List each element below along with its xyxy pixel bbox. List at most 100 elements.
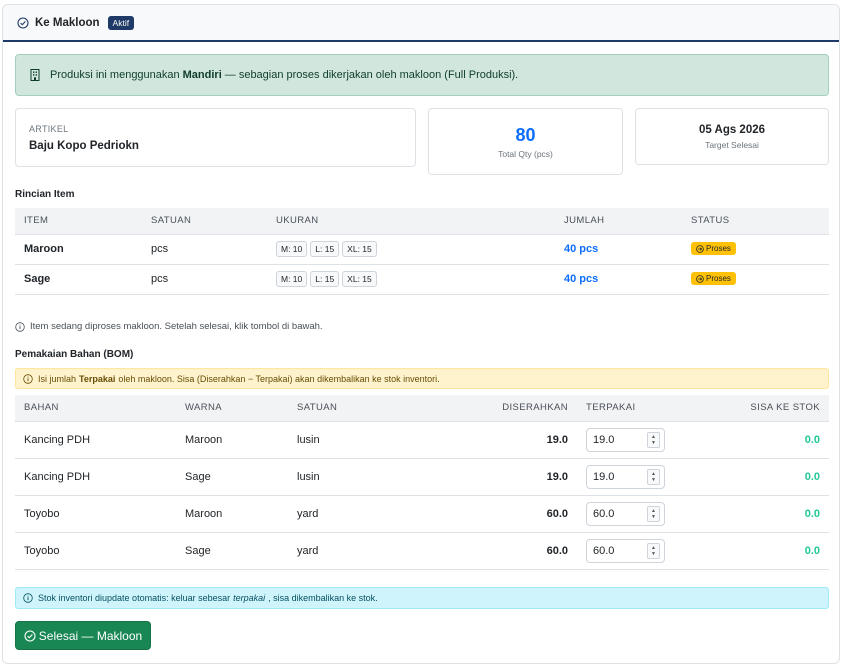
terpakai-cell: 60.0 ▲ ▼ (577, 495, 690, 533)
alert-suffix: — sebagian proses dikerjakan oleh makloo… (224, 69, 519, 81)
arrow-circle-icon (696, 274, 704, 283)
table-row: Toyobo Sage yard 60.0 60.0 ▲ ▼ 0.0 (15, 532, 829, 570)
bahan-warna: Sage (176, 458, 288, 496)
check-circle-icon (17, 16, 29, 29)
terpakai-input[interactable]: 19.0 ▲ ▼ (586, 464, 665, 489)
target-date: 05 Ags 2026 (698, 124, 766, 136)
stock-note-italic: terpakai (233, 593, 266, 603)
table-row: Toyobo Maroon yard 60.0 60.0 ▲ ▼ 0.0 (15, 495, 829, 533)
size-chip: XL: 15 (342, 271, 377, 287)
item-status: Proses (682, 234, 829, 265)
artikel-box: ARTIKEL Baju Kopo Pedriokn (15, 108, 416, 167)
bahan-satuan: lusin (288, 458, 418, 496)
artikel-name: Baju Kopo Pedriokn (29, 140, 139, 152)
terpakai-input[interactable]: 19.0 ▲ ▼ (586, 427, 665, 452)
table-row: Kancing PDH Maroon lusin 19.0 19.0 ▲ ▼ 0.… (15, 421, 829, 459)
terpakai-input[interactable]: 60.0 ▲ ▼ (586, 538, 665, 563)
production-method: Mandiri (182, 69, 222, 81)
items-table: ITEM SATUAN UKURAN JUMLAH STATUS Maroon … (15, 208, 829, 295)
bahan-satuan: yard (288, 532, 418, 570)
total-qty-box: 80 Total Qty (pcs) (428, 108, 623, 175)
item-jumlah: 40 pcs (555, 234, 682, 265)
item-name: Maroon (15, 234, 142, 265)
item-satuan: pcs (142, 264, 267, 295)
bahan-warna: Maroon (176, 495, 288, 533)
table-row: Sage pcs M: 10 L: 15 XL: 15 40 pcs Proses (15, 264, 829, 295)
size-chip: L: 15 (310, 241, 340, 257)
bahan-sisa: 0.0 (690, 421, 829, 459)
bahan-name: Toyobo (15, 532, 176, 570)
number-spinner[interactable]: ▲ ▼ (647, 431, 660, 448)
spin-down-icon[interactable]: ▼ (651, 477, 656, 483)
terpakai-cell: 60.0 ▲ ▼ (577, 532, 690, 570)
status-badge: Aktif (107, 15, 135, 30)
target-date-box: 05 Ags 2026 Target Selesai (635, 108, 829, 165)
bom-alert-bold: Terpakai (79, 373, 116, 384)
terpakai-input[interactable]: 60.0 ▲ ▼ (586, 501, 665, 526)
number-spinner[interactable]: ▲ ▼ (647, 505, 660, 522)
spin-down-icon[interactable]: ▼ (651, 551, 656, 557)
bahan-satuan: lusin (288, 421, 418, 459)
size-chip: XL: 15 (342, 241, 377, 257)
info-icon (15, 321, 25, 332)
status-text: Proses (706, 274, 731, 284)
bom-section-title: Pemakaian Bahan (BOM) (15, 349, 134, 360)
number-spinner[interactable]: ▲ ▼ (647, 468, 660, 485)
col-diserahkan: DISERAHKAN (418, 395, 577, 421)
col-satuan: SATUAN (288, 395, 418, 421)
bahan-sisa: 0.0 (690, 458, 829, 496)
building-icon (30, 69, 40, 81)
size-chip: M: 10 (276, 241, 308, 257)
total-qty-label: Total Qty (pcs) (498, 149, 553, 159)
number-spinner[interactable]: ▲ ▼ (647, 542, 660, 559)
items-section-title: Rincian Item (15, 189, 75, 200)
item-sizes: M: 10 L: 15 XL: 15 (267, 234, 555, 265)
size-chip: L: 15 (310, 271, 340, 287)
table-row: Maroon pcs M: 10 L: 15 XL: 15 40 pcs Prose… (15, 234, 829, 265)
item-jumlah: 40 pcs (555, 264, 682, 295)
bom-alert-suffix: oleh makloon. Sisa (Diserahkan − Terpaka… (118, 373, 440, 384)
col-item: ITEM (15, 208, 142, 234)
terpakai-value: 19.0 (593, 470, 615, 483)
bahan-sisa: 0.0 (690, 532, 829, 570)
bahan-name: Kancing PDH (15, 421, 176, 459)
card-title: Ke Makloon (35, 16, 100, 29)
production-method-alert: Produksi ini menggunakan Mandiri — sebag… (15, 54, 829, 96)
stock-info-alert: Stok inventori diupdate otomatis: keluar… (15, 587, 829, 609)
bahan-warna: Maroon (176, 421, 288, 459)
col-jumlah: JUMLAH (555, 208, 682, 234)
arrow-circle-icon (696, 244, 704, 253)
status-badge-proses: Proses (691, 242, 736, 256)
selesai-button-label: Selesai — Makloon (38, 628, 143, 643)
total-qty-value: 80 (515, 125, 536, 145)
item-satuan: pcs (142, 234, 267, 265)
spin-down-icon[interactable]: ▼ (651, 514, 656, 520)
bahan-name: Toyobo (15, 495, 176, 533)
spin-down-icon[interactable]: ▼ (651, 440, 656, 446)
item-name: Sage (15, 264, 142, 295)
card-header: Ke Makloon Aktif (3, 5, 839, 42)
col-bahan: BAHAN (15, 395, 176, 421)
bom-alert-prefix: Isi jumlah (38, 373, 77, 384)
bahan-warna: Sage (176, 532, 288, 570)
terpakai-cell: 19.0 ▲ ▼ (577, 458, 690, 496)
status-text: Proses (706, 244, 731, 254)
terpakai-cell: 19.0 ▲ ▼ (577, 421, 690, 459)
item-status: Proses (682, 264, 829, 295)
bahan-name: Kancing PDH (15, 458, 176, 496)
bahan-diserahkan: 19.0 (418, 421, 577, 459)
info-icon (23, 373, 33, 384)
bom-table: BAHAN WARNA SATUAN DISERAHKAN TERPAKAI S… (15, 395, 829, 570)
size-chip: M: 10 (276, 271, 308, 287)
items-header-row: ITEM SATUAN UKURAN JUMLAH STATUS (15, 208, 829, 234)
bahan-sisa: 0.0 (690, 495, 829, 533)
col-sisa: SISA KE STOK (690, 395, 829, 421)
item-sizes: M: 10 L: 15 XL: 15 (267, 264, 555, 295)
target-date-label: Target Selesai (705, 140, 759, 150)
bahan-diserahkan: 19.0 (418, 458, 577, 496)
process-note-text: Item sedang diproses makloon. Setelah se… (30, 321, 323, 332)
check-circle-icon (24, 629, 36, 642)
terpakai-value: 60.0 (593, 507, 615, 520)
selesai-makloon-button[interactable]: Selesai — Makloon (15, 621, 151, 650)
stock-note-suffix: , sisa dikembalikan ke stok. (268, 593, 378, 603)
